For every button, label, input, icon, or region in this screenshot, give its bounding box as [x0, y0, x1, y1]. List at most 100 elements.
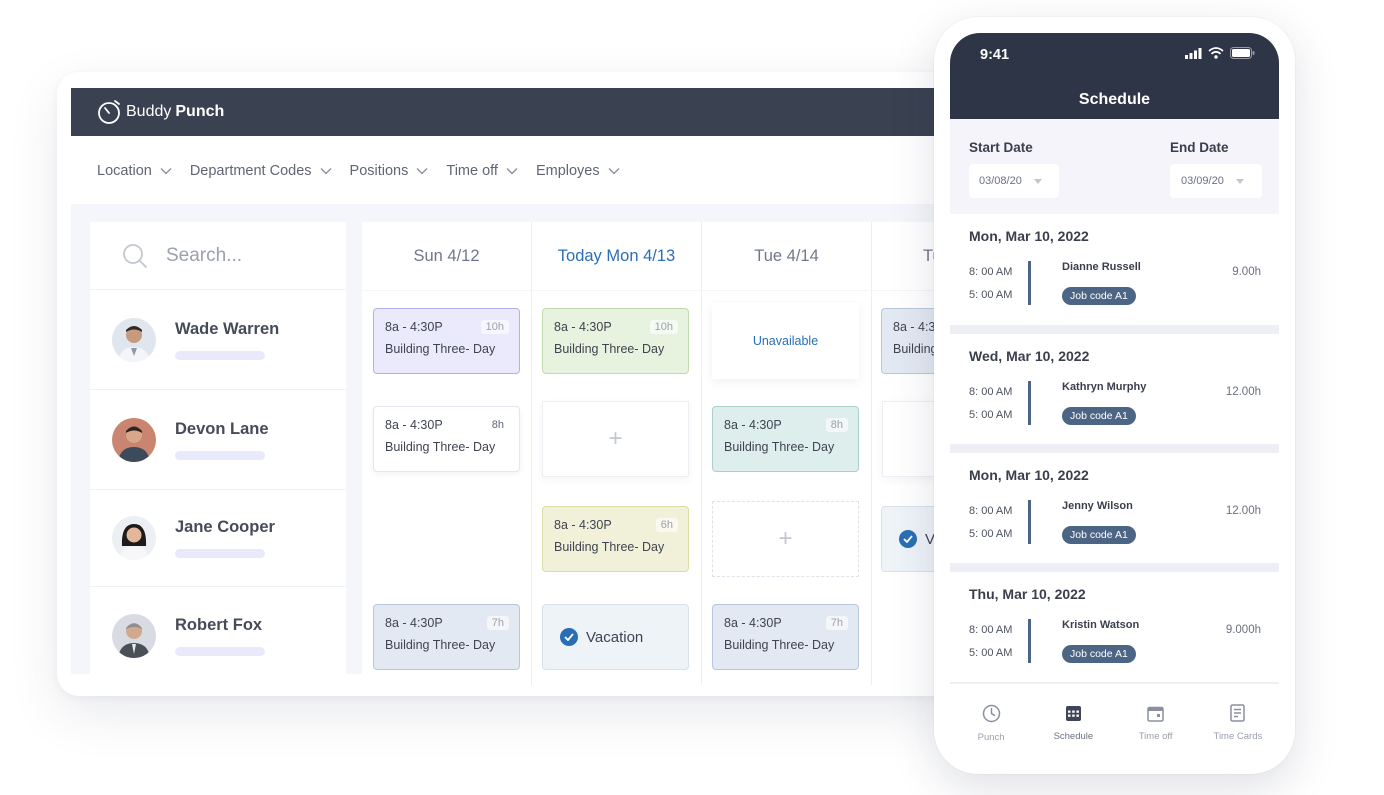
employee-column: Search... Wade Warren Devon Lane Jane Co…: [90, 222, 346, 674]
shift-card[interactable]: 8a - 4:30P 8h Building Three- Day: [712, 406, 859, 472]
shift-location: Building Three- Day: [385, 342, 496, 356]
day-header-label: Tue 4/14: [754, 246, 819, 265]
entry-hours: 12.00h: [1225, 386, 1261, 398]
entry-hours: 9.00h: [1232, 266, 1261, 278]
brand-name-bold: Punch: [175, 103, 225, 120]
shift-hours: 10h: [649, 320, 678, 334]
schedule-entry[interactable]: Thu, Mar 10, 2022 8: 00 AM 5: 00 AM Kris…: [950, 572, 1279, 691]
avatar: [112, 516, 156, 560]
entry-divider: [1028, 381, 1031, 425]
timecard-icon: [1230, 704, 1246, 722]
filter-label: Positions: [349, 163, 409, 179]
shift-time: 8a - 4:30P: [724, 616, 782, 630]
entry-date: Wed, Mar 10, 2022: [969, 348, 1090, 364]
entry-date: Mon, Mar 10, 2022: [969, 467, 1089, 483]
filter-time-off[interactable]: Time off: [446, 163, 518, 179]
shift-hours: 7h: [825, 616, 848, 630]
employee-subtitle-placeholder: [175, 549, 265, 558]
filter-department-codes[interactable]: Department Codes: [190, 163, 332, 179]
vacation-label: Vacation: [586, 628, 644, 646]
schedule-entry[interactable]: Mon, Mar 10, 2022 8: 00 AM 5: 00 AM Dian…: [950, 214, 1279, 334]
tab-label: Schedule: [1053, 730, 1094, 742]
day-header-label: Sun 4/12: [413, 246, 480, 265]
search-box[interactable]: Search...: [90, 222, 346, 290]
entry-employee-name: Kristin Watson: [1062, 619, 1140, 631]
shift-time: 8a - 4:30P: [385, 418, 443, 432]
shift-card[interactable]: 8a - 4:30P 10h Building Three- Day: [373, 308, 520, 374]
entry-start-time: 8: 00 AM: [969, 386, 1013, 398]
vacation-card[interactable]: Vacation: [542, 604, 689, 670]
add-shift-button[interactable]: +: [712, 501, 859, 577]
day-header-tue[interactable]: Tue 4/14: [702, 222, 872, 290]
signal-icon: [1185, 47, 1202, 59]
mobile-page-title: Schedule: [1078, 91, 1151, 108]
mobile-header: 9:41 Schedule: [950, 33, 1279, 119]
shift-time: 8a - 4:30P: [554, 518, 612, 532]
employee-name: Robert Fox: [175, 615, 263, 634]
shift-card[interactable]: 8a - 4:30P 6h Building Three- Day: [542, 506, 689, 572]
end-date-value: 03/09/20: [1181, 175, 1224, 187]
shift-time: 8a - 4:30P: [385, 320, 443, 334]
filter-location[interactable]: Location: [97, 163, 172, 179]
shift-hours: 8h: [491, 419, 504, 431]
shift-card[interactable]: 8a - 4:30P 7h Building Three- Day: [373, 604, 520, 670]
employee-row[interactable]: Wade Warren: [90, 290, 346, 390]
employee-row[interactable]: Devon Lane: [90, 390, 346, 490]
entry-employee-name: Jenny Wilson: [1062, 500, 1133, 512]
day-header-today[interactable]: Today Mon 4/13: [532, 222, 702, 290]
unavailable-label: Unavailable: [752, 334, 819, 348]
entry-divider: [1028, 619, 1031, 663]
tab-schedule[interactable]: Schedule: [1038, 705, 1108, 742]
tab-label: Punch: [977, 731, 1005, 743]
schedule-entry[interactable]: Mon, Mar 10, 2022 8: 00 AM 5: 00 AM Jenn…: [950, 453, 1279, 572]
app-header: Buddy Punch: [71, 88, 957, 136]
plus-icon: +: [608, 425, 623, 452]
tab-punch[interactable]: Punch: [956, 704, 1026, 743]
shift-location: Building Three- Day: [554, 540, 665, 554]
employee-row[interactable]: Jane Cooper: [90, 490, 346, 587]
shift-location: Building Three- Day: [385, 638, 496, 652]
chevron-down-icon: [416, 168, 428, 175]
tab-time-off[interactable]: Time off: [1121, 705, 1191, 742]
desktop-app-window: Buddy Punch Location Department Codes Po…: [57, 72, 957, 696]
shift-card[interactable]: 8a - 4:30P 7h Building Three- Day: [712, 604, 859, 670]
filter-label: Time off: [446, 163, 498, 179]
start-date-label: Start Date: [969, 140, 1033, 155]
tab-time-cards[interactable]: Time Cards: [1203, 704, 1273, 742]
day-header-sun[interactable]: Sun 4/12: [362, 222, 532, 290]
dropdown-caret-icon: [1033, 178, 1042, 184]
day-header-label: Today Mon 4/13: [557, 246, 676, 265]
shift-time: 8a - 4:30P: [554, 320, 612, 334]
chevron-down-icon: [506, 168, 518, 175]
plus-icon: +: [778, 525, 793, 552]
shift-card[interactable]: 8a - 4:30P 8h Building Three- Day: [373, 406, 520, 472]
shift-location: Building Three- Day: [724, 638, 835, 652]
shift-location: Building Three- Day: [385, 440, 496, 454]
employee-row[interactable]: Robert Fox: [90, 587, 346, 684]
shift-location: Building Three- Day: [554, 342, 665, 356]
start-date-group: Start Date 03/08/20: [969, 140, 1059, 198]
end-date-select[interactable]: 03/09/20: [1170, 164, 1262, 198]
chevron-down-icon: [608, 168, 620, 175]
start-date-select[interactable]: 03/08/20: [969, 164, 1059, 198]
shift-time: 8a - 4:3: [893, 320, 936, 334]
filter-employes[interactable]: Employes: [536, 163, 620, 179]
unavailable-cell[interactable]: Unavailable: [712, 303, 859, 379]
shift-time: 8a - 4:30P: [385, 616, 443, 630]
job-code-badge: Job code A1: [1062, 645, 1136, 663]
entry-date: Thu, Mar 10, 2022: [969, 586, 1086, 602]
dropdown-caret-icon: [1235, 178, 1244, 184]
schedule-entry[interactable]: Wed, Mar 10, 2022 8: 00 AM 5: 00 AM Kath…: [950, 334, 1279, 453]
schedule-icon: [1065, 705, 1081, 721]
entry-employee-name: Kathryn Murphy: [1062, 381, 1147, 393]
shift-card[interactable]: 8a - 4:30P 10h Building Three- Day: [542, 308, 689, 374]
buddy-punch-logo[interactable]: Buddy Punch: [97, 99, 224, 125]
filter-positions[interactable]: Positions: [350, 163, 429, 179]
tab-label: Time off: [1138, 730, 1173, 742]
shift-time: 8a - 4:30P: [724, 418, 782, 432]
add-shift-button[interactable]: +: [542, 401, 689, 477]
entry-end-time: 5: 00 AM: [969, 409, 1013, 421]
search-input[interactable]: Search...: [166, 245, 242, 267]
entry-end-time: 5: 00 AM: [969, 528, 1013, 540]
battery-icon: [1230, 47, 1255, 59]
